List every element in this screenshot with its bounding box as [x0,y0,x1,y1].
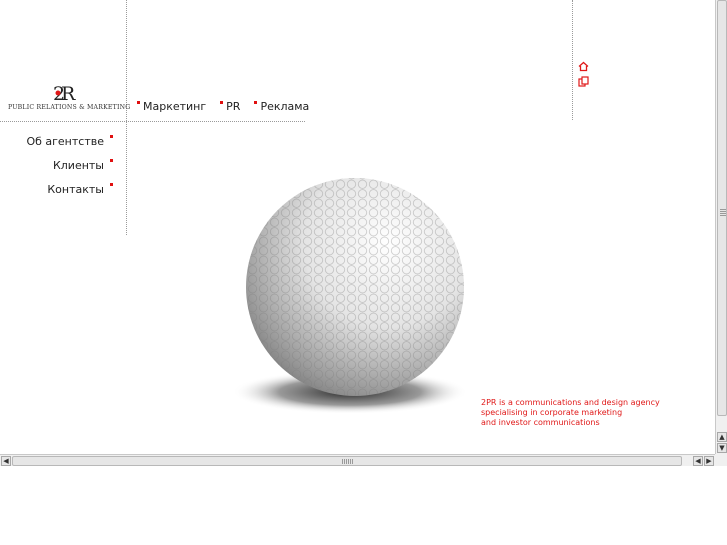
topnav-item-label: Маркетинг [143,100,207,113]
tagline-line-3: and investor communications [481,418,600,427]
topnav-item-marketing[interactable]: Маркетинг [137,100,206,113]
bullet-dot-icon [110,135,113,138]
grip-icon [342,459,354,464]
bullet-dot-icon [220,101,224,104]
grip-icon [720,209,726,217]
sidenav-item-label: Клиенты [52,159,104,172]
agency-tagline: 2PR is a communications and design agenc… [481,398,660,428]
bullet-dot-icon [110,159,113,162]
divider-horizontal [0,121,305,122]
tagline-line-1: 2PR is a communications and design agenc… [481,398,660,407]
scroll-right-button[interactable]: ▶ [704,456,714,466]
scroll-left-button[interactable]: ◀ [1,456,11,466]
side-nav: Об агентстве Клиенты Контакты [26,135,113,207]
scroll-down-button[interactable]: ▼ [717,443,727,453]
horizontal-scroll-thumb[interactable] [12,456,682,466]
topnav-item-label: PR [226,100,241,113]
logo-tagline: PUBLIC RELATIONS & MARKETING [8,104,131,111]
tagline-line-2: specialising in corporate marketing [481,408,623,417]
svg-text:R: R [61,83,76,104]
logo[interactable]: 2 R PUBLIC RELATIONS & MARKETING [8,80,131,114]
page: 2 R PUBLIC RELATIONS & MARKETING Маркети… [0,0,727,545]
golf-ball-image [232,178,468,414]
bullet-dot-icon [110,183,113,186]
scroll-up-button[interactable]: ▲ [717,432,727,442]
topnav-item-label: Реклама [260,100,310,113]
bullet-dot-icon [137,101,140,104]
vertical-scrollbar[interactable]: ▲ ▼ [715,0,727,456]
horizontal-scrollbar[interactable]: ◀ ◀ ▶ [0,454,716,466]
sidenav-item-about[interactable]: Об агентстве [26,135,113,149]
sidenav-item-label: Об агентстве [26,135,104,148]
copy-icon[interactable] [578,76,589,87]
sidenav-item-label: Контакты [47,183,104,196]
topnav-item-advertising[interactable]: Реклама [254,100,309,113]
logo-mark-icon: 2 R [53,83,76,104]
scroll-left-button-right[interactable]: ◀ [693,456,703,466]
divider-vertical-right [572,0,573,120]
home-icon[interactable] [578,61,589,72]
sidenav-item-contacts[interactable]: Контакты [26,183,113,197]
scrollbar-corner [715,454,727,466]
sidenav-item-clients[interactable]: Клиенты [26,159,113,173]
divider-vertical-left [126,0,127,235]
topnav-item-pr[interactable]: PR [220,100,240,113]
vertical-scroll-thumb[interactable] [717,0,727,416]
top-nav: Маркетинг PR Реклама [137,100,323,113]
bullet-dot-icon [254,101,258,104]
